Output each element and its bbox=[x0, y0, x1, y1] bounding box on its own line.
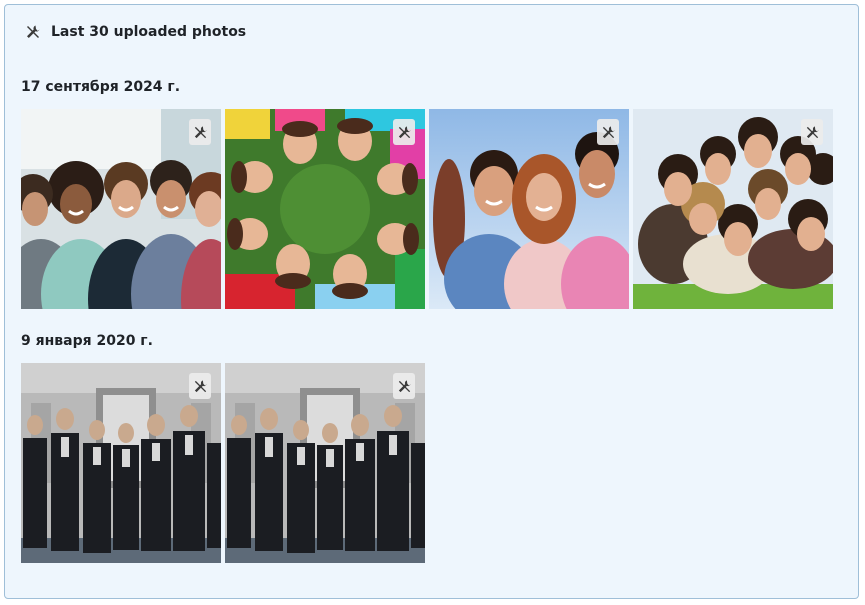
photo-tools-button[interactable] bbox=[189, 373, 211, 399]
tools-icon bbox=[397, 125, 412, 140]
photo-thumbnail[interactable] bbox=[21, 109, 221, 309]
group-date: 17 сентября 2024 г. bbox=[21, 79, 181, 95]
tools-icon bbox=[601, 125, 616, 140]
photo-tools-button[interactable] bbox=[393, 373, 415, 399]
photo-tools-button[interactable] bbox=[393, 119, 415, 145]
photos-panel: Last 30 uploaded photos 17 сентября 2024… bbox=[4, 4, 859, 599]
photo-row bbox=[21, 109, 833, 309]
group-date: 9 января 2020 г. bbox=[21, 333, 153, 349]
photo-tools-button[interactable] bbox=[189, 119, 211, 145]
tools-icon bbox=[805, 125, 820, 140]
tools-icon bbox=[193, 125, 208, 140]
panel-header: Last 30 uploaded photos bbox=[25, 22, 246, 42]
photo-thumbnail[interactable] bbox=[429, 109, 629, 309]
tools-icon bbox=[397, 379, 412, 394]
photo-row bbox=[21, 363, 425, 563]
photo-thumbnail[interactable] bbox=[225, 363, 425, 563]
tools-icon bbox=[193, 379, 208, 394]
tools-icon[interactable] bbox=[25, 24, 41, 40]
panel-title: Last 30 uploaded photos bbox=[51, 24, 247, 40]
photo-tools-button[interactable] bbox=[597, 119, 619, 145]
photo-thumbnail[interactable] bbox=[225, 109, 425, 309]
photo-tools-button[interactable] bbox=[801, 119, 823, 145]
photo-thumbnail[interactable] bbox=[633, 109, 833, 309]
photo-thumbnail[interactable] bbox=[21, 363, 221, 563]
